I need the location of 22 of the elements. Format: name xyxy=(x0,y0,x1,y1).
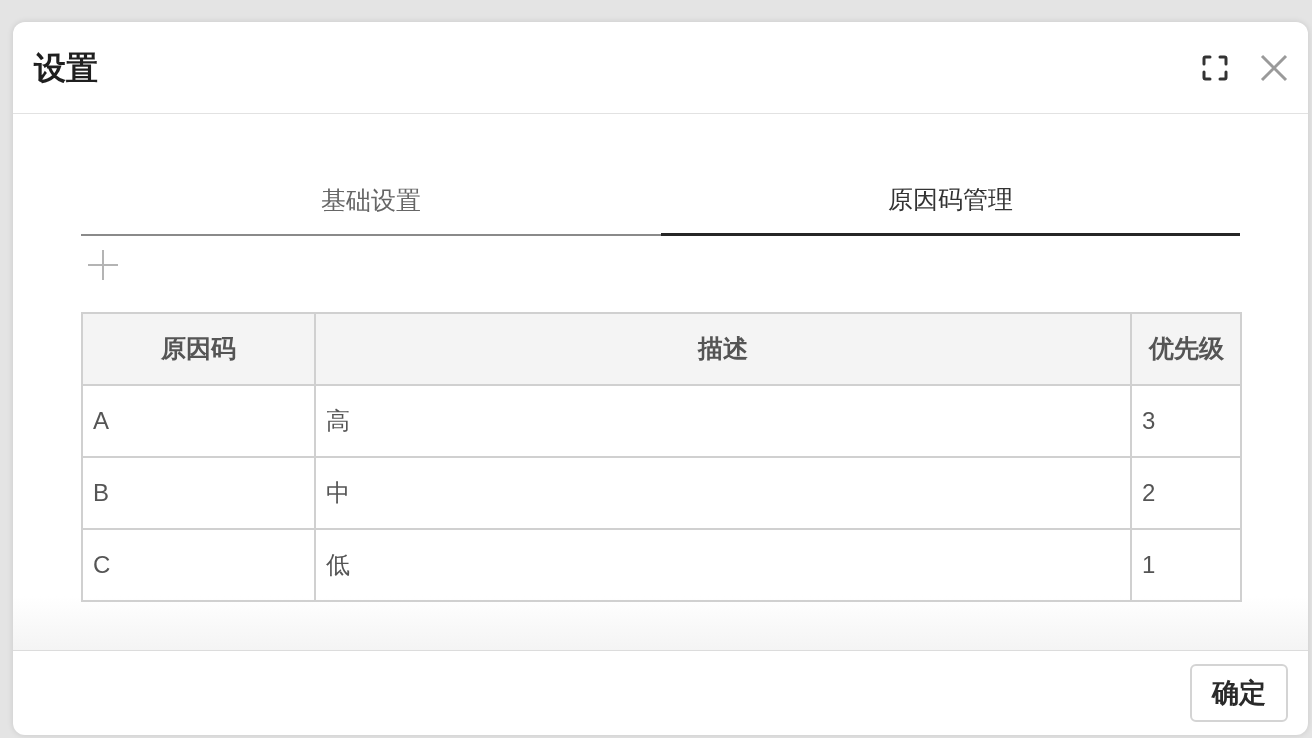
table-cell: 1 xyxy=(1131,529,1241,601)
column-header: 优先级 xyxy=(1131,313,1241,385)
table-cell: 3 xyxy=(1131,385,1241,457)
tab[interactable]: 原因码管理 xyxy=(660,170,1240,236)
table-cell: A xyxy=(82,385,315,457)
close-button[interactable] xyxy=(1260,53,1288,82)
add-button[interactable] xyxy=(87,249,119,281)
fullscreen-icon xyxy=(1202,54,1228,81)
column-header: 描述 xyxy=(315,313,1131,385)
table-cell: C xyxy=(82,529,315,601)
fullscreen-button[interactable] xyxy=(1202,54,1228,81)
table-cell: 2 xyxy=(1131,457,1241,529)
table-cell: 低 xyxy=(315,529,1131,601)
table-cell: B xyxy=(82,457,315,529)
plus-icon xyxy=(88,250,118,280)
close-icon xyxy=(1260,53,1288,82)
tab[interactable]: 基础设置 xyxy=(81,170,661,236)
column-header: 原因码 xyxy=(82,313,315,385)
confirm-button[interactable]: 确定 xyxy=(1190,664,1288,722)
dialog-title: 设置 xyxy=(34,51,98,84)
table-cell: 中 xyxy=(315,457,1131,529)
table-cell: 高 xyxy=(315,385,1131,457)
